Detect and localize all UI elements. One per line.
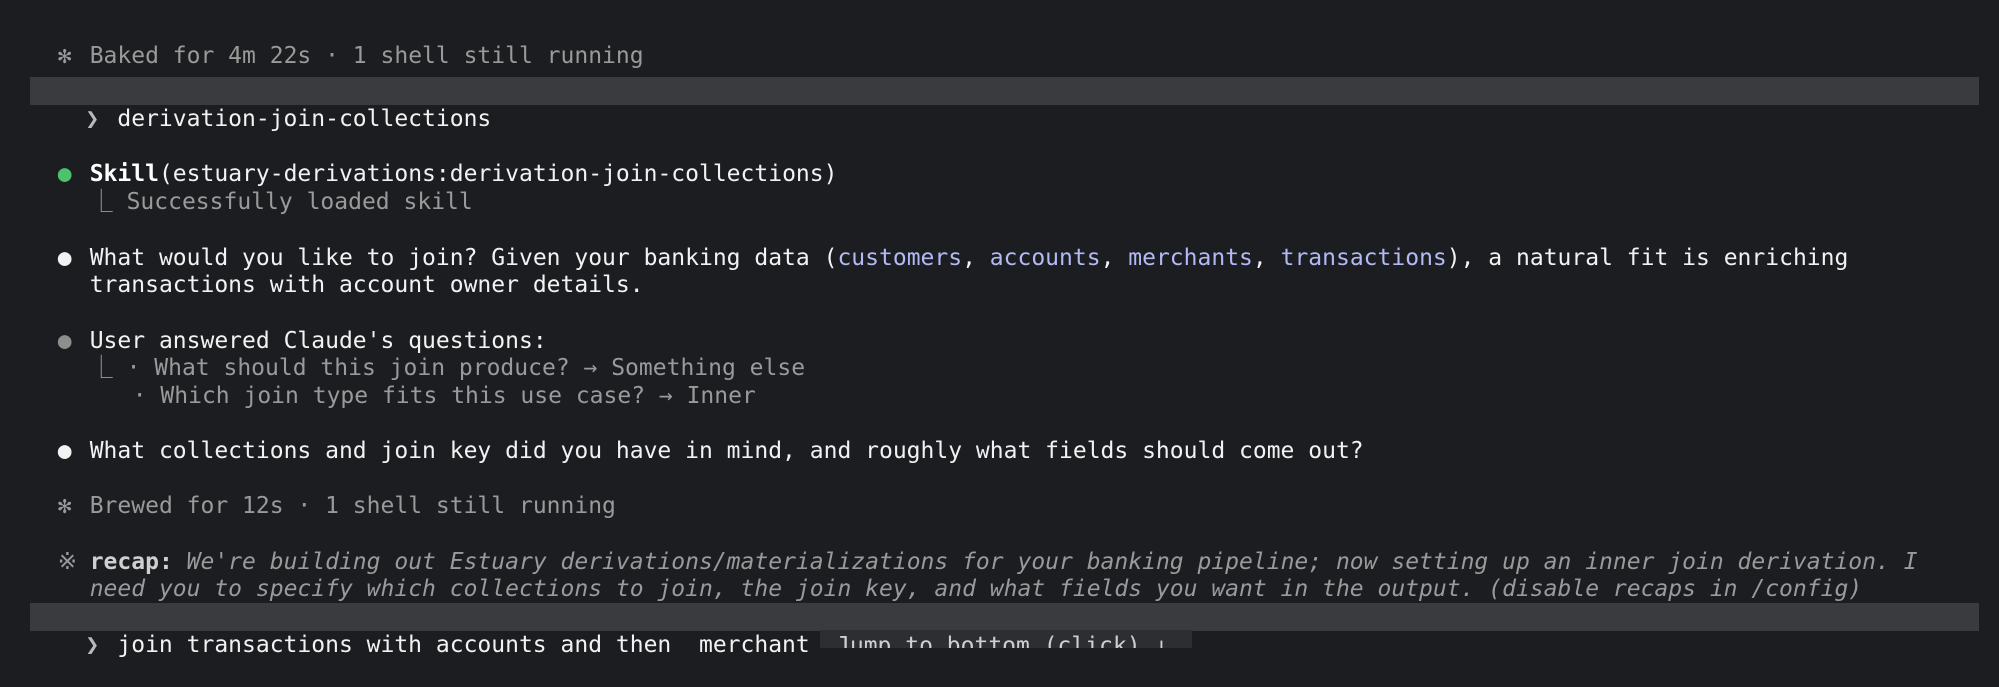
collection-name: accounts (989, 245, 1101, 271)
prompt-text: derivation-join-collections (117, 106, 492, 132)
collection-name: transactions (1280, 245, 1447, 271)
prompt-line: ❯ derivation-join-collections (30, 77, 491, 132)
prompt-input-row[interactable]: ❯ join transactions with accounts and the… (30, 603, 1979, 658)
message-text-continued: transactions with account owner details. (89, 272, 644, 298)
message-text: What collections and join key did you ha… (89, 438, 1364, 464)
prompt-input-text[interactable]: join transactions with accounts and then… (117, 632, 809, 658)
spinner-icon: ✻ (57, 43, 72, 69)
jump-to-bottom-label: Jump to bottom (click) ↓ (836, 633, 1169, 648)
assistant-message-1: ● What would you like to join? Given your… (57, 245, 1849, 271)
status-line-baked: ✻ Baked for 4m 22s · 1 shell still runnin… (30, 14, 644, 69)
prompt-chevron-icon: ❯ (85, 632, 100, 658)
skill-result: ⎿ Successfully loaded skill (62, 160, 473, 215)
recap-line-2: need you to specify which collections to… (62, 547, 1862, 602)
message-dot-icon: ● (57, 438, 72, 464)
skill-result-text: Successfully loaded skill (126, 189, 473, 215)
status-text: Brewed for 12s · 1 shell still running (89, 493, 616, 519)
user-answers-header: ● User answered Claude's questions: (30, 299, 547, 354)
user-prompt-1: ❯ derivation-join-collections (30, 77, 1979, 132)
skill-tool-call: ● Skill(estuary-derivations:derivation-jo… (30, 132, 838, 187)
prompt-line: ❯ join transactions with accounts and the… (30, 603, 809, 658)
recap-text-continued: need you to specify which collections to… (89, 576, 1863, 602)
answer-item: ⎿ · What should this join produce? → Som… (62, 326, 805, 381)
assistant-message-2: ● What collections and join key did you h… (30, 409, 1364, 464)
prompt-chevron-icon: ❯ (85, 106, 100, 132)
status-line-brewed: ✻ Brewed for 12s · 1 shell still running (30, 464, 616, 519)
answer-text: · Which join type fits this use case? → … (132, 383, 756, 409)
jump-to-bottom-button[interactable]: Jump to bottom (click) ↓ (820, 630, 1192, 648)
spinner-icon: ✻ (57, 493, 72, 519)
recap-line: ※ recap: We're building out Estuary deriv… (30, 520, 1918, 575)
collection-name: merchants (1128, 245, 1253, 271)
answer-item: · Which join type fits this use case? → … (105, 354, 756, 409)
collection-name: customers (837, 245, 963, 271)
status-text: Baked for 4m 22s · 1 shell still running (89, 43, 644, 69)
result-branch-icon: ⎿ (89, 189, 113, 215)
assistant-message-1-line-2: transactions with account owner details. (62, 243, 644, 298)
message-text-end: ), a natural fit is enriching (1446, 245, 1849, 271)
